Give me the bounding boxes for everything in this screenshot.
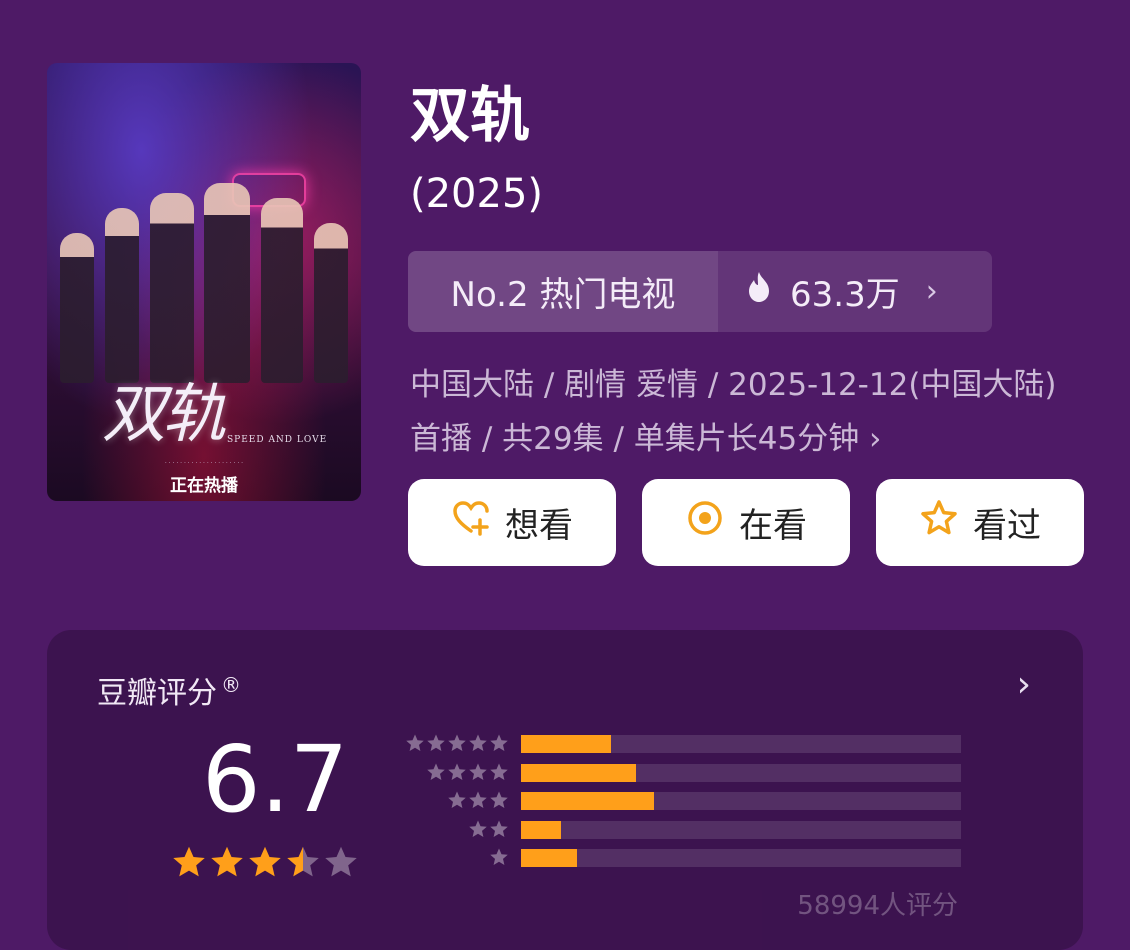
distribution-stars <box>426 762 509 786</box>
want-to-watch-button[interactable]: 想看 <box>408 479 616 566</box>
chevron-right-icon[interactable]: › <box>1017 664 1031 705</box>
target-icon <box>685 498 725 547</box>
cast-figure <box>204 183 251 383</box>
heart-plus-icon <box>451 498 491 547</box>
cast-figure <box>60 233 95 383</box>
action-buttons: 想看 在看 看过 <box>408 479 1084 566</box>
cast-figures <box>47 183 361 383</box>
distribution-bar-track <box>521 820 961 839</box>
star-icon <box>447 790 467 814</box>
star-outline-icon <box>919 498 959 547</box>
distribution-bar-fill <box>521 735 612 753</box>
show-title: 双轨 <box>410 81 530 151</box>
rank-badge[interactable]: No.2 热门电视 63.3万 › <box>408 251 992 332</box>
distribution-bar-track <box>521 763 961 782</box>
star-icon <box>405 733 425 757</box>
watched-label: 看过 <box>973 506 1041 546</box>
star-icon <box>468 733 488 757</box>
distribution-bar-fill <box>521 849 578 867</box>
rating-distribution-row <box>392 762 962 784</box>
poster-image[interactable]: 双轨 SPEED AND LOVE · · · · · · · · · · · … <box>47 63 361 501</box>
rating-count: 58994人评分 <box>797 891 958 921</box>
distribution-stars <box>447 790 509 814</box>
show-year: (2025) <box>410 171 544 217</box>
star-icon <box>489 847 509 871</box>
distribution-bar-fill <box>521 763 637 782</box>
fire-icon <box>746 271 772 312</box>
poster-logo: 双轨 <box>102 378 226 452</box>
show-meta-info[interactable]: 中国大陆 / 剧情 爱情 / 2025-12-12(中国大陆)首播 / 共29集… <box>410 358 1070 466</box>
rating-distribution-row <box>392 847 962 869</box>
want-to-watch-label: 想看 <box>505 506 573 546</box>
distribution-bar-fill <box>521 820 561 839</box>
heat-indicator: 63.3万 › <box>718 251 992 332</box>
cast-figure <box>149 193 194 383</box>
rating-distribution-row <box>392 819 962 841</box>
distribution-bar-fill <box>521 792 654 810</box>
star-icon <box>468 790 488 814</box>
star-icon <box>489 762 509 786</box>
rating-distribution-row <box>392 790 962 812</box>
rating-stars <box>171 844 359 884</box>
distribution-stars <box>405 733 509 757</box>
star-icon <box>468 819 488 843</box>
watched-button[interactable]: 看过 <box>876 479 1084 566</box>
star-icon <box>489 790 509 814</box>
rank-label: No.2 热门电视 <box>408 251 718 332</box>
star-icon <box>468 762 488 786</box>
rating-title-text: 豆瓣评分 <box>97 676 217 711</box>
star-icon <box>171 844 207 884</box>
distribution-stars <box>489 847 509 871</box>
rating-card[interactable]: 豆瓣评分 ® › 6.7 58994人评分 <box>47 630 1083 950</box>
heat-count: 63.3万 <box>790 275 900 315</box>
star-icon <box>489 733 509 757</box>
watching-button[interactable]: 在看 <box>642 479 850 566</box>
star-icon <box>285 844 321 884</box>
star-icon <box>247 844 283 884</box>
poster-status: 正在热播 <box>170 476 238 496</box>
poster-credits: · · · · · · · · · · · · · · · · · · · · … <box>164 460 244 467</box>
rating-score: 6.7 <box>202 726 349 833</box>
cast-figure <box>313 223 348 383</box>
star-icon <box>323 844 359 884</box>
trademark-symbol: ® <box>221 673 241 697</box>
star-icon <box>489 819 509 843</box>
watching-label: 在看 <box>739 506 807 546</box>
star-icon <box>209 844 245 884</box>
rating-title: 豆瓣评分 ® <box>97 668 241 712</box>
cast-figure <box>104 208 139 383</box>
star-icon <box>447 762 467 786</box>
poster-logo-subtitle: SPEED AND LOVE <box>227 435 328 445</box>
rating-distribution-row <box>392 733 962 755</box>
star-icon <box>447 733 467 757</box>
distribution-bar-track <box>521 735 961 753</box>
cast-figure <box>260 198 303 383</box>
star-icon <box>426 762 446 786</box>
distribution-bar-track <box>521 792 961 810</box>
distribution-stars <box>468 819 509 843</box>
distribution-bar-track <box>521 849 961 867</box>
chevron-right-icon: › <box>925 274 938 309</box>
star-icon <box>426 733 446 757</box>
